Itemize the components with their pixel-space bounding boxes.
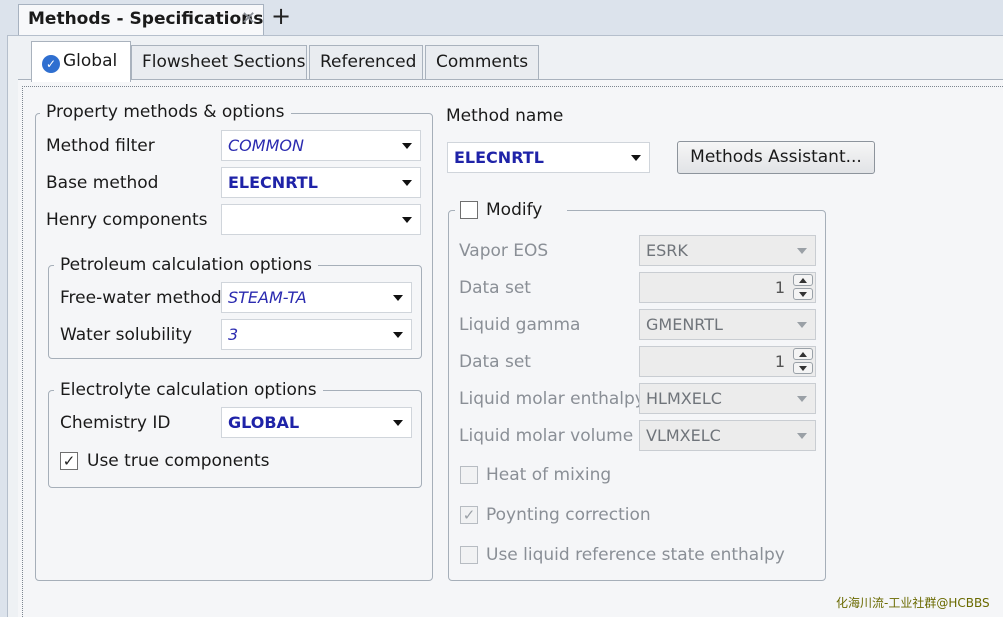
use-true-components-label: Use true components [87, 451, 270, 471]
free-water-method-value: STEAM-TA [228, 288, 307, 307]
free-water-method-dropdown[interactable]: STEAM-TA [221, 282, 412, 313]
chevron-down-icon [797, 396, 807, 402]
check-circle-icon: ✓ [42, 55, 60, 73]
chevron-down-icon [393, 295, 403, 301]
spin-down-icon[interactable] [793, 362, 813, 374]
method-filter-label: Method filter [46, 136, 155, 156]
chevron-down-icon [797, 322, 807, 328]
method-name-label: Method name [446, 106, 564, 126]
henry-components-dropdown[interactable] [221, 204, 421, 235]
tab-flowsheet-sections-label: Flowsheet Sections [142, 52, 306, 72]
petroleum-options-title: Petroleum calculation options [54, 255, 319, 275]
liquid-molar-volume-dropdown[interactable]: VLMXELC [639, 420, 816, 451]
water-solubility-dropdown[interactable]: 3 [221, 319, 412, 350]
document-tab-methods-specifications[interactable]: Methods - Specifications ✕ [18, 4, 264, 35]
chemistry-id-value: GLOBAL [228, 413, 300, 432]
electrolyte-options-group [48, 390, 422, 488]
data-set-2-spinner[interactable]: 1 [639, 346, 816, 377]
liquid-reference-state-label: Use liquid reference state enthalpy [486, 545, 785, 565]
new-tab-plus-icon[interactable]: + [271, 4, 291, 28]
chevron-down-icon [402, 217, 412, 223]
chevron-down-icon [631, 155, 641, 161]
vapor-eos-dropdown[interactable]: ESRK [639, 235, 816, 266]
vapor-eos-value: ESRK [646, 241, 688, 260]
poynting-correction-checkbox[interactable]: ✓ [460, 506, 478, 524]
close-icon[interactable]: ✕ [241, 8, 256, 29]
property-methods-group-title: Property methods & options [40, 102, 291, 122]
liquid-molar-volume-label: Liquid molar volume [459, 426, 634, 446]
method-filter-value: COMMON [228, 136, 304, 155]
chevron-down-icon [402, 180, 412, 186]
modify-label: Modify [486, 200, 543, 220]
electrolyte-options-title: Electrolyte calculation options [54, 380, 323, 400]
tab-global[interactable]: ✓ Global [31, 41, 131, 82]
poynting-correction-label: Poynting correction [486, 505, 651, 525]
liquid-molar-enthalpy-value: HLMXELC [646, 389, 722, 408]
method-name-dropdown[interactable]: ELECNRTL [447, 142, 650, 173]
chemistry-id-label: Chemistry ID [60, 413, 171, 433]
data-set-2-value: 1 [774, 352, 785, 371]
spin-down-icon[interactable] [793, 288, 813, 300]
liquid-reference-state-checkbox[interactable] [460, 546, 478, 564]
tab-comments-label: Comments [436, 52, 529, 72]
spin-up-icon[interactable] [793, 348, 813, 360]
vapor-eos-label: Vapor EOS [459, 241, 549, 261]
base-method-value: ELECNRTL [228, 173, 318, 192]
methods-assistant-button[interactable]: Methods Assistant... [677, 141, 875, 174]
method-name-value: ELECNRTL [454, 148, 544, 167]
document-tab-title: Methods - Specifications [28, 9, 264, 29]
chevron-down-icon [393, 420, 403, 426]
chevron-down-icon [797, 248, 807, 254]
water-solubility-value: 3 [228, 325, 239, 344]
tab-referenced-label: Referenced [320, 52, 417, 72]
liquid-molar-volume-value: VLMXELC [646, 426, 721, 445]
use-true-components-checkbox[interactable]: ✓ [60, 452, 78, 470]
tab-flowsheet-sections[interactable]: Flowsheet Sections [131, 45, 307, 80]
data-set-2-label: Data set [459, 352, 531, 372]
liquid-molar-enthalpy-dropdown[interactable]: HLMXELC [639, 383, 816, 414]
chevron-down-icon [393, 332, 403, 338]
tab-global-label: Global [63, 51, 118, 71]
henry-components-label: Henry components [46, 210, 208, 230]
chevron-down-icon [797, 433, 807, 439]
chevron-down-icon [402, 143, 412, 149]
tab-comments[interactable]: Comments [425, 45, 539, 80]
data-set-1-value: 1 [774, 278, 785, 297]
method-filter-dropdown[interactable]: COMMON [221, 130, 421, 161]
liquid-molar-enthalpy-label: Liquid molar enthalpy [459, 389, 645, 409]
tab-referenced[interactable]: Referenced [309, 45, 423, 80]
spin-up-icon[interactable] [793, 274, 813, 286]
data-set-1-label: Data set [459, 278, 531, 298]
base-method-label: Base method [46, 173, 159, 193]
methods-assistant-label: Methods Assistant... [690, 147, 862, 167]
liquid-gamma-value: GMENRTL [646, 315, 723, 334]
free-water-method-label: Free-water method [60, 288, 222, 308]
data-set-1-spinner[interactable]: 1 [639, 272, 816, 303]
base-method-dropdown[interactable]: ELECNRTL [221, 167, 421, 198]
liquid-gamma-dropdown[interactable]: GMENRTL [639, 309, 816, 340]
heat-of-mixing-label: Heat of mixing [486, 465, 612, 485]
heat-of-mixing-checkbox[interactable] [460, 466, 478, 484]
water-solubility-label: Water solubility [60, 325, 193, 345]
chemistry-id-dropdown[interactable]: GLOBAL [221, 407, 412, 438]
liquid-gamma-label: Liquid gamma [459, 315, 581, 335]
modify-checkbox[interactable] [460, 201, 478, 219]
watermark-text: 化海川流-工业社群@HCBBS [836, 596, 990, 610]
